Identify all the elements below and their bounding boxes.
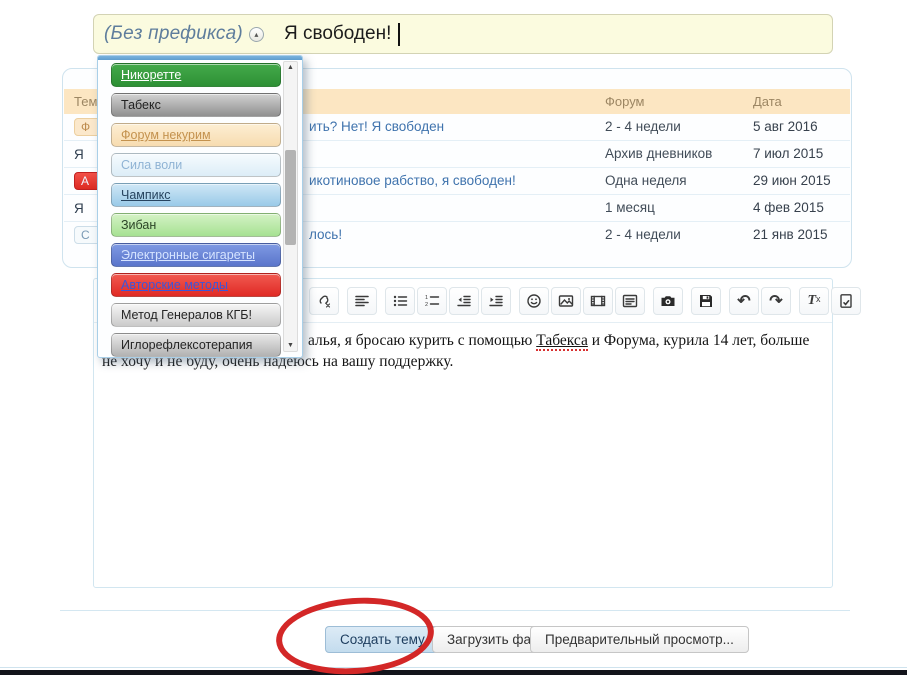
prefix-option[interactable]: Сила воли	[111, 153, 281, 177]
image-icon	[558, 293, 574, 309]
topic-title-input[interactable]: (Без префикса) ▴ Я свободен!	[93, 14, 833, 54]
bottom-divider	[0, 667, 907, 668]
unlink-icon	[316, 293, 332, 309]
indent-icon	[488, 293, 504, 309]
forum-cell: 1 месяц	[605, 200, 655, 215]
dropdown-scrollbar[interactable]: ▲ ▼	[283, 61, 298, 352]
prefix-option[interactable]: Метод Генералов КГБ!	[111, 303, 281, 327]
prefix-option[interactable]: Никоретте	[111, 63, 281, 87]
toolbar-group: ↶↷	[729, 287, 791, 315]
prefix-option[interactable]: Форум некурим	[111, 123, 281, 147]
save-button[interactable]	[691, 287, 721, 315]
prefix-option[interactable]: Электронные сигареты	[111, 243, 281, 267]
scrollbar-thumb[interactable]	[285, 150, 296, 245]
create-topic-button[interactable]: Создать тему	[325, 626, 440, 653]
undo-icon: ↶	[737, 291, 750, 311]
outdent-button[interactable]	[449, 287, 479, 315]
unlink-button[interactable]	[309, 287, 339, 315]
topic-link[interactable]: лось!	[309, 227, 342, 242]
bullet-list-icon	[392, 293, 408, 309]
bullet-list-button[interactable]	[385, 287, 415, 315]
date-cell: 5 авг 2016	[753, 119, 818, 134]
media-icon	[590, 293, 606, 309]
footer-divider	[60, 610, 850, 611]
spellcheck-icon	[838, 293, 854, 309]
outdent-icon	[456, 293, 472, 309]
prefix-option[interactable]: Иглорефлексотерапия	[111, 333, 281, 357]
save-icon	[698, 293, 714, 309]
prefix-option[interactable]: Зибан	[111, 213, 281, 237]
smiley-button[interactable]	[519, 287, 549, 315]
numbered-list-icon: 12	[424, 293, 440, 309]
editor-line-1: алья, я бросаю курить с помощью Табекса …	[308, 330, 824, 351]
prefix-selector[interactable]: (Без префикса)	[104, 23, 243, 45]
date-cell: 21 янв 2015	[753, 227, 828, 242]
topic-link[interactable]: икотиновое рабство, я свободен!	[309, 173, 516, 188]
date-cell: 4 фев 2015	[753, 200, 824, 215]
undo-button[interactable]: ↶	[729, 287, 759, 315]
forum-cell: 2 - 4 недели	[605, 119, 681, 134]
text-cursor	[398, 23, 400, 46]
indent-button[interactable]	[481, 287, 511, 315]
date-cell: 29 июн 2015	[753, 173, 831, 188]
svg-text:2: 2	[425, 302, 428, 308]
align-icon	[354, 293, 370, 309]
toolbar-group	[691, 287, 721, 315]
prefix-dropdown-menu: Никоретте Табекс Форум некурим Сила воли Чам…	[97, 55, 303, 358]
remove-format-button[interactable]: Tx	[799, 287, 829, 315]
topic-link[interactable]: ить? Нет! Я свободен	[309, 119, 444, 134]
column-header-forum: Форум	[605, 94, 645, 109]
toolbar-group	[519, 287, 645, 315]
svg-text:1: 1	[425, 295, 428, 301]
camera-icon	[660, 293, 676, 309]
prefix-option[interactable]: Табекс	[111, 93, 281, 117]
scroll-up-icon[interactable]: ▲	[284, 64, 297, 71]
forum-cell: Архив дневников	[605, 146, 712, 161]
remove-format-icon: Tx	[807, 293, 820, 309]
toolbar-group	[347, 287, 377, 315]
topic-title-text: Я свободен!	[284, 23, 391, 45]
prefix-option[interactable]: Авторские методы	[111, 273, 281, 297]
redo-button[interactable]: ↷	[761, 287, 791, 315]
date-cell: 7 июл 2015	[753, 146, 823, 161]
toolbar-group: Tx	[799, 287, 861, 315]
blockquote-icon	[622, 293, 638, 309]
toolbar-group: 12	[385, 287, 511, 315]
scroll-down-icon[interactable]: ▼	[284, 342, 297, 349]
prefix-chevron-icon[interactable]: ▴	[249, 27, 264, 42]
prefix-option[interactable]: Чампикс	[111, 183, 281, 207]
toolbar-group	[309, 287, 339, 315]
preview-button[interactable]: Предварительный просмотр...	[530, 626, 749, 653]
numbered-list-button[interactable]: 12	[417, 287, 447, 315]
smiley-icon	[526, 293, 542, 309]
forum-cell: Одна неделя	[605, 173, 687, 188]
spellcheck-button[interactable]	[831, 287, 861, 315]
align-button[interactable]	[347, 287, 377, 315]
image-button[interactable]	[551, 287, 581, 315]
prefix-options-list: Никоретте Табекс Форум некурим Сила воли Чам…	[111, 63, 281, 363]
screen-bottom-bar	[0, 670, 907, 675]
camera-button[interactable]	[653, 287, 683, 315]
media-button[interactable]	[583, 287, 613, 315]
redo-icon: ↷	[769, 291, 782, 311]
forum-cell: 2 - 4 недели	[605, 227, 681, 242]
toolbar-group	[653, 287, 683, 315]
column-header-date: Дата	[753, 94, 782, 109]
misspelled-word: Табекса	[536, 332, 588, 351]
dropdown-selected-strip	[98, 56, 302, 60]
blockquote-button[interactable]	[615, 287, 645, 315]
